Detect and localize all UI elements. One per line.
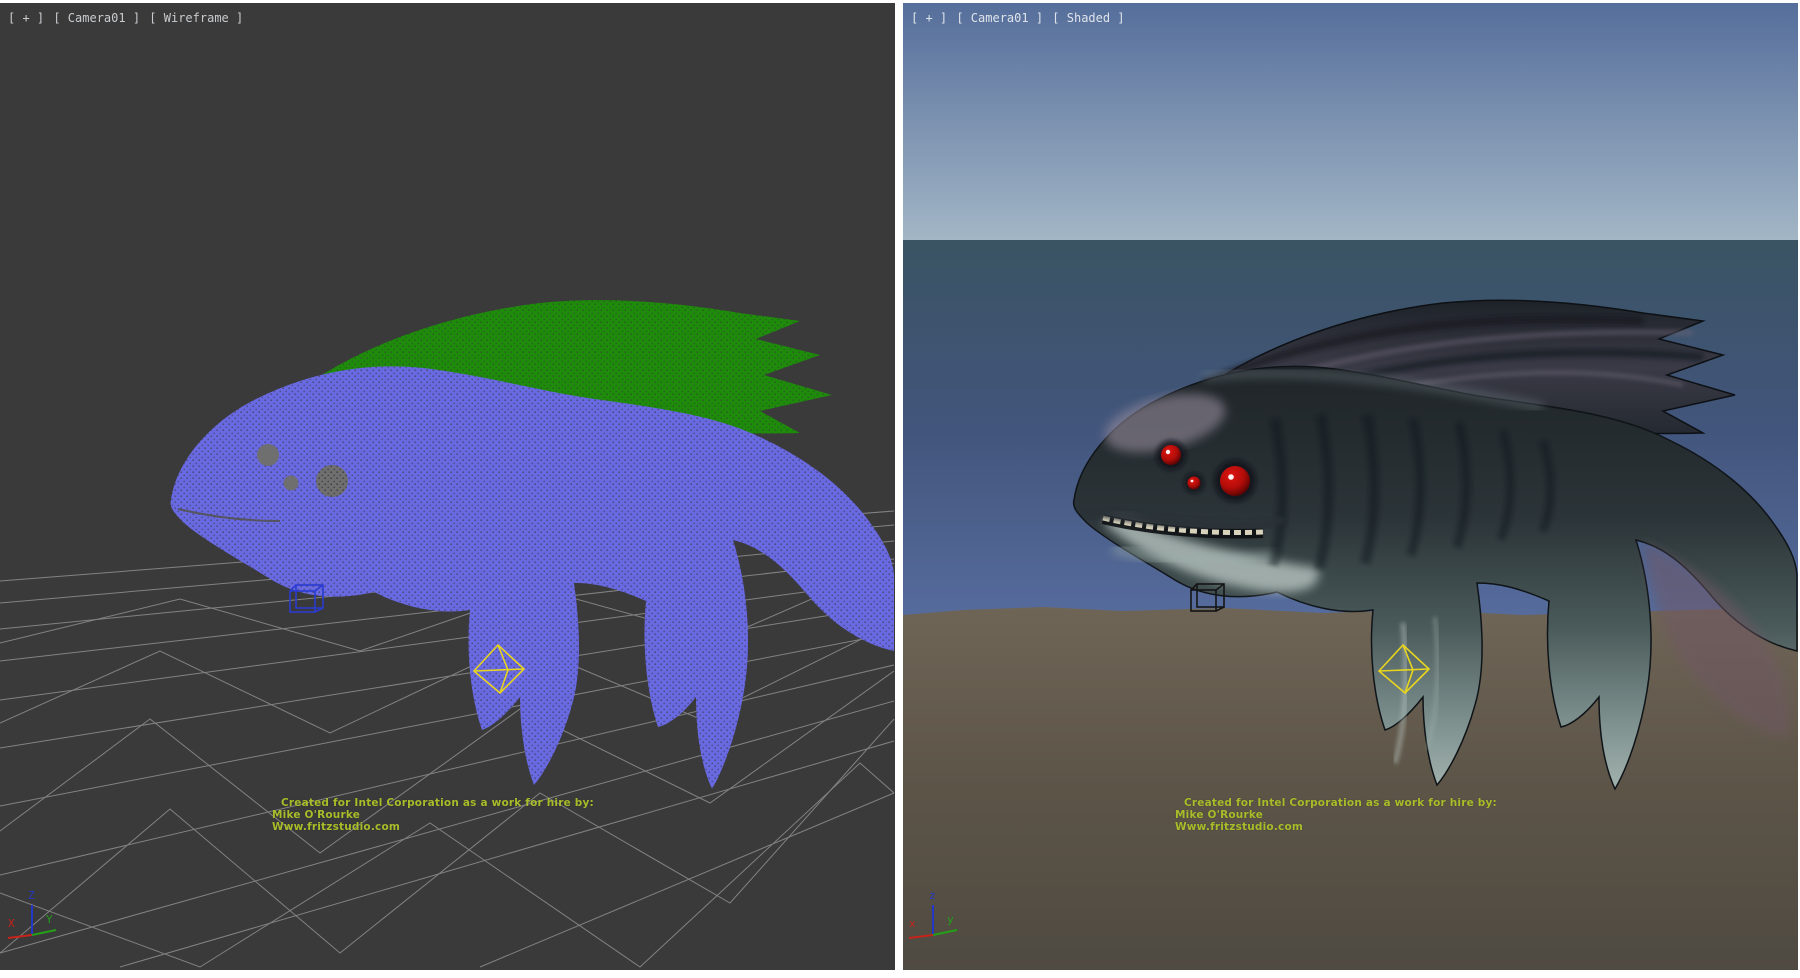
- artist-watermark: Created for Intel Corporation as a work …: [272, 797, 594, 833]
- viewport-label: [ + ] [ Camera01 ] [ Shaded ]: [911, 11, 1127, 25]
- axis-y-label: y: [947, 913, 954, 926]
- viewport-general-menu[interactable]: [ + ]: [8, 11, 44, 25]
- sand-ground-plane[interactable]: [903, 607, 1798, 970]
- watermark-line: Mike O'Rourke: [1175, 809, 1497, 821]
- sky-background: [903, 3, 1798, 243]
- axis-x-label: X: [8, 917, 15, 930]
- viewport-pov-menu[interactable]: [ Camera01 ]: [53, 11, 140, 25]
- watermark-line: Mike O'Rourke: [272, 809, 594, 821]
- axis-z-label: z: [929, 889, 936, 902]
- axis-x-label: x: [909, 917, 916, 930]
- watermark-line: Created for Intel Corporation as a work …: [1175, 797, 1497, 809]
- artist-watermark: Created for Intel Corporation as a work …: [1175, 797, 1497, 833]
- watermark-line: Www.fritzstudio.com: [1175, 821, 1497, 833]
- viewport-general-menu[interactable]: [ + ]: [911, 11, 947, 25]
- viewport-pov-menu[interactable]: [ Camera01 ]: [956, 11, 1043, 25]
- viewport-wireframe[interactable]: Z X Y [ + ] [ Camera01 ] [ Wireframe ] C…: [0, 3, 895, 970]
- viewport-label: [ + ] [ Camera01 ] [ Wireframe ]: [8, 11, 245, 25]
- viewport-shading-menu[interactable]: [ Shaded ]: [1052, 11, 1124, 25]
- viewport-shaded[interactable]: z x y [ + ] [ Camera01 ] [ Shaded ] Crea…: [903, 3, 1798, 970]
- axis-z-label: Z: [28, 889, 35, 902]
- watermark-line: Created for Intel Corporation as a work …: [272, 797, 594, 809]
- watermark-line: Www.fritzstudio.com: [272, 821, 594, 833]
- viewport-shading-menu[interactable]: [ Wireframe ]: [149, 11, 243, 25]
- axis-y-label: Y: [46, 913, 53, 926]
